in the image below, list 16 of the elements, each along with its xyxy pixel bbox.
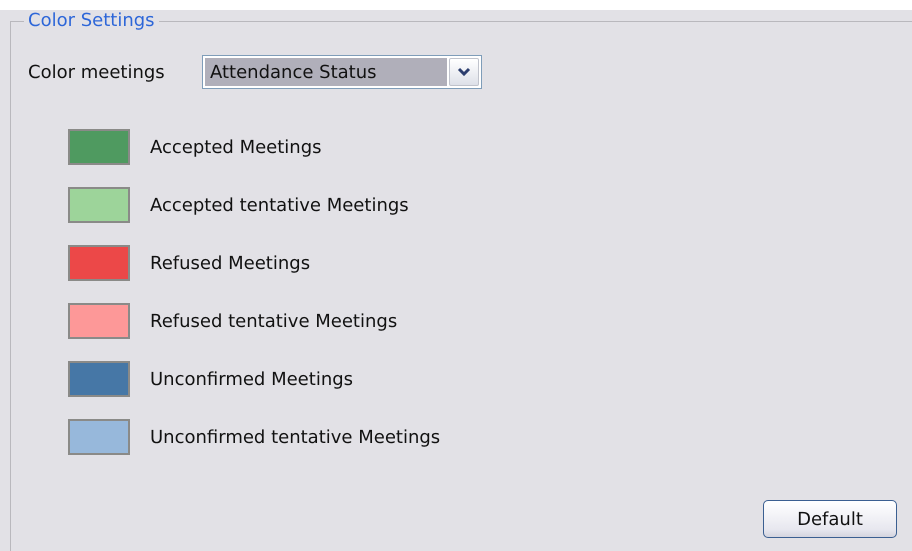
legend-label: Accepted tentative Meetings [150,194,409,216]
color-swatch[interactable] [68,187,130,223]
legend-label: Unconfirmed Meetings [150,368,354,390]
color-swatch[interactable] [68,361,130,397]
default-button[interactable]: Default [763,500,897,538]
legend-label: Accepted Meetings [150,136,322,158]
color-swatch[interactable] [68,245,130,281]
color-swatch[interactable] [68,303,130,339]
color-swatch[interactable] [68,419,130,455]
legend-label: Refused Meetings [150,252,310,274]
group-title: Color Settings [24,10,159,32]
field-label: Color meetings [28,62,166,82]
color-meetings-dropdown[interactable]: Attendance Status [202,55,482,89]
color-swatch[interactable] [68,129,130,165]
legend-label: Unconfirmed tentative Meetings [150,426,440,448]
legend-label: Refused tentative Meetings [150,310,398,332]
